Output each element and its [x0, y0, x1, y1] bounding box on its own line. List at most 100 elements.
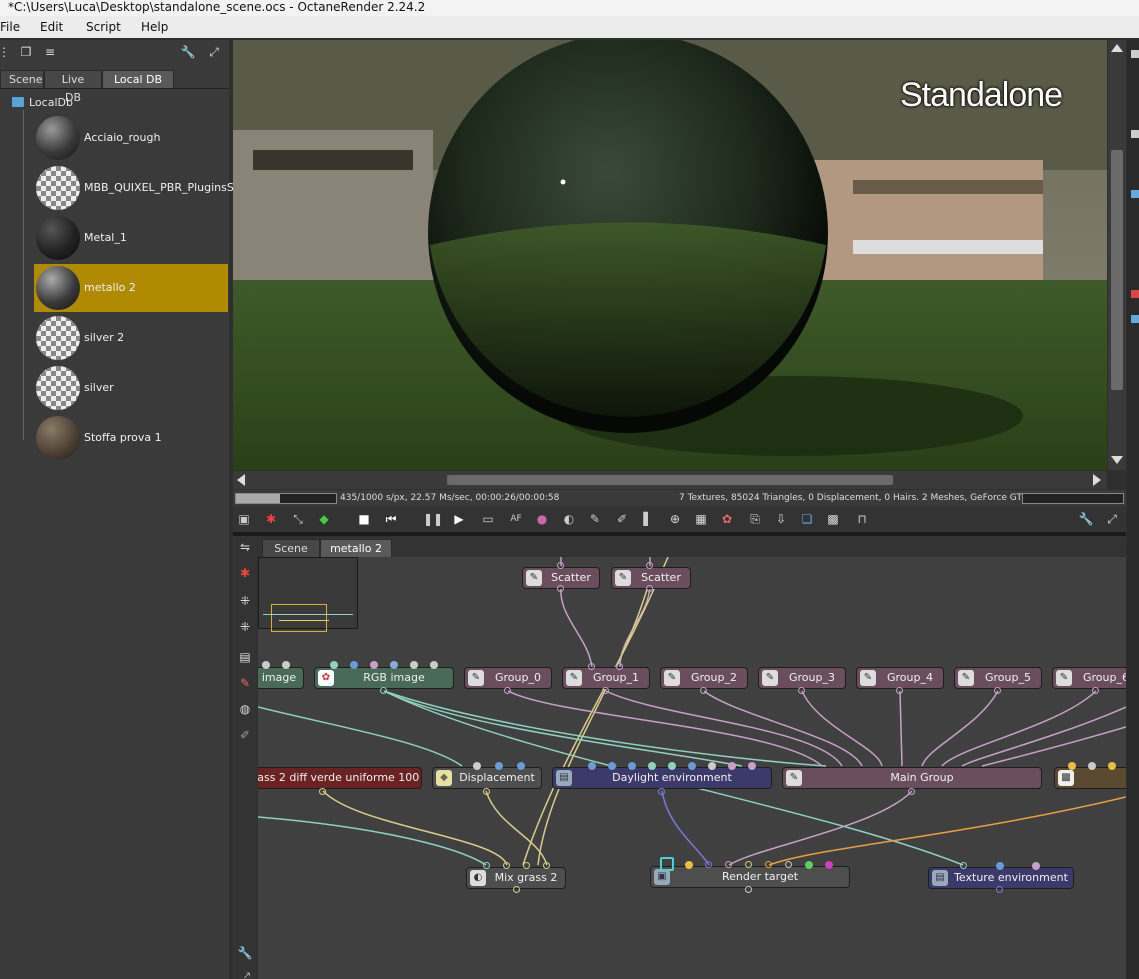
scene-info-text: 7 Textures, 85024 Triangles, 0 Displacem… — [679, 493, 1059, 503]
layout-icon[interactable]: ⁜ — [236, 592, 254, 610]
autofocus-icon[interactable]: AF — [507, 510, 525, 528]
menu-edit[interactable]: Edit — [40, 20, 63, 34]
tab-scene-graph[interactable]: Scene — [262, 539, 320, 557]
render-target-icon: ▣ — [654, 869, 670, 885]
scroll-up-icon[interactable] — [1111, 44, 1123, 52]
maximize-icon[interactable]: ⤢ — [206, 44, 222, 60]
node-label: Group_3 — [789, 671, 835, 684]
viewport-horizontal-scrollbar[interactable] — [233, 471, 1107, 489]
node-group-1[interactable]: ✎ Group_1 — [562, 667, 650, 689]
list-item[interactable]: silver — [34, 364, 228, 412]
stop-icon[interactable]: ■ — [355, 510, 373, 528]
node-maximize-icon[interactable]: ⤢ — [236, 968, 254, 978]
reset-camera-icon[interactable]: ✱ — [262, 510, 280, 528]
cube-icon[interactable]: ◆ — [315, 510, 333, 528]
scroll-thumb[interactable] — [1111, 150, 1123, 390]
list-item[interactable]: metallo 2 — [34, 264, 228, 312]
tab-live-db[interactable]: Live DB — [44, 70, 102, 104]
hierarchy-icon[interactable]: ⋮ — [0, 44, 12, 60]
material-picker-icon[interactable]: ◐ — [560, 510, 578, 528]
node-graph-canvas[interactable]: ✎ Scatter ✎ Scatter image ✿ RGB image ✎ … — [258, 557, 1126, 979]
layers-icon[interactable]: ❏ — [798, 510, 816, 528]
settings-wrench-icon[interactable]: 🔧 — [1077, 510, 1095, 528]
node-label: Group_1 — [593, 671, 639, 684]
tab-local-db[interactable]: Local DB — [102, 70, 174, 88]
list-item[interactable]: Stoffa prova 1 — [34, 414, 228, 462]
list-item[interactable]: silver 2 — [34, 314, 228, 362]
export-icon[interactable]: ⎘ — [746, 510, 764, 528]
menu-script[interactable]: Script — [86, 20, 121, 34]
restart-icon[interactable]: ⏮ — [382, 510, 400, 528]
fullscreen-icon[interactable]: ⤢ — [1103, 510, 1121, 528]
scatter-icon: ✎ — [526, 570, 542, 586]
node-displacement[interactable]: ◆ Displacement — [432, 767, 542, 789]
play-icon[interactable]: ▶ — [450, 510, 468, 528]
color-picker-icon[interactable]: ● — [533, 510, 551, 528]
menu-file[interactable]: File — [0, 20, 20, 34]
zoom-icon[interactable]: ⊕ — [666, 510, 684, 528]
list-item[interactable]: Metal_1 — [34, 214, 228, 262]
node-label: image — [261, 671, 297, 684]
wrench-icon[interactable]: 🔧 — [180, 44, 196, 60]
arrange-icon[interactable]: ⁜ — [236, 618, 254, 636]
fit-icon[interactable]: ⤡ — [289, 510, 307, 528]
node-grass-material[interactable]: rass 2 diff verde uniforme 100 — [258, 767, 422, 789]
node-editor-tabs: Scene metallo 2 — [258, 537, 1126, 557]
paint-icon[interactable]: ✎ — [236, 674, 254, 692]
viewport-vertical-scrollbar[interactable] — [1108, 40, 1126, 470]
node-minimap[interactable] — [258, 557, 358, 632]
standalone-overlay: Standalone — [900, 76, 1063, 114]
node-group-0[interactable]: ✎ Group_0 — [464, 667, 552, 689]
sphere-icon[interactable]: ◍ — [236, 700, 254, 718]
menu-help[interactable]: Help — [141, 20, 168, 34]
scroll-right-icon[interactable] — [1093, 474, 1101, 486]
environment-icon: ▤ — [556, 770, 572, 786]
lock-icon[interactable]: ✿ — [718, 510, 736, 528]
checker-icon[interactable]: ▩ — [824, 510, 842, 528]
render-viewport[interactable]: Standalone — [233, 40, 1107, 470]
scroll-down-icon[interactable] — [1111, 456, 1123, 464]
node-rgb-image[interactable]: ✿ RGB image — [314, 667, 454, 689]
brush-icon[interactable]: ✐ — [236, 726, 254, 744]
node-group-6[interactable]: ✎ Group_6 — [1052, 667, 1126, 689]
node-partial[interactable]: ▩ — [1054, 767, 1126, 789]
scroll-left-icon[interactable] — [237, 474, 245, 486]
region-icon[interactable]: ▦ — [692, 510, 710, 528]
scroll-thumb[interactable] — [447, 475, 893, 485]
list-item[interactable]: MBB_QUIXEL_PBR_PluginsS... — [34, 164, 244, 212]
download-icon[interactable]: ⇩ — [772, 510, 790, 528]
delete-unused-icon[interactable]: ✱ — [236, 564, 254, 582]
node-label: Mix grass 2 — [494, 871, 558, 884]
add-node-icon[interactable]: ▤ — [236, 648, 254, 666]
node-label: Group_0 — [495, 671, 541, 684]
white-balance-icon[interactable]: ▌ — [639, 510, 657, 528]
focus-picker-icon[interactable]: ✐ — [613, 510, 631, 528]
object-picker-icon[interactable]: ✎ — [586, 510, 604, 528]
material-thumbnail — [36, 116, 80, 160]
clay-icon[interactable]: ⊓ — [853, 510, 871, 528]
tab-material-graph[interactable]: metallo 2 — [320, 539, 392, 557]
node-group-2[interactable]: ✎ Group_2 — [660, 667, 748, 689]
node-daylight-environment[interactable]: ▤ Daylight environment — [552, 767, 772, 789]
node-wrench-icon[interactable]: 🔧 — [236, 944, 254, 962]
monitor-icon[interactable]: ▭ — [479, 510, 497, 528]
tree-root-label[interactable]: LocalDb — [29, 96, 73, 109]
tab-scene[interactable]: Scene — [0, 70, 44, 88]
checker-node-icon: ▩ — [1058, 770, 1074, 786]
node-group-5[interactable]: ✎ Group_5 — [954, 667, 1042, 689]
node-image[interactable]: image — [258, 667, 304, 689]
list-icon[interactable]: ≡ — [42, 44, 58, 60]
screenshot-icon[interactable]: ▣ — [235, 510, 253, 528]
copy-icon[interactable]: ❐ — [18, 44, 34, 60]
group-icon: ✎ — [786, 770, 802, 786]
graph-icon[interactable]: ⇋ — [236, 538, 254, 556]
pause-icon[interactable]: ❚❚ — [423, 510, 443, 528]
list-item[interactable]: Acciaio_rough — [34, 114, 228, 162]
node-group-4[interactable]: ✎ Group_4 — [856, 667, 944, 689]
node-group-3[interactable]: ✎ Group_3 — [758, 667, 846, 689]
node-main-group[interactable]: ✎ Main Group — [782, 767, 1042, 789]
render-status-bar: 435/1000 s/px, 22.57 Ms/sec, 00:00:26/00… — [233, 490, 1126, 506]
material-thumbnail — [36, 266, 80, 310]
group-icon: ✎ — [664, 670, 680, 686]
node-render-target[interactable]: ▣ Render target — [650, 866, 850, 888]
